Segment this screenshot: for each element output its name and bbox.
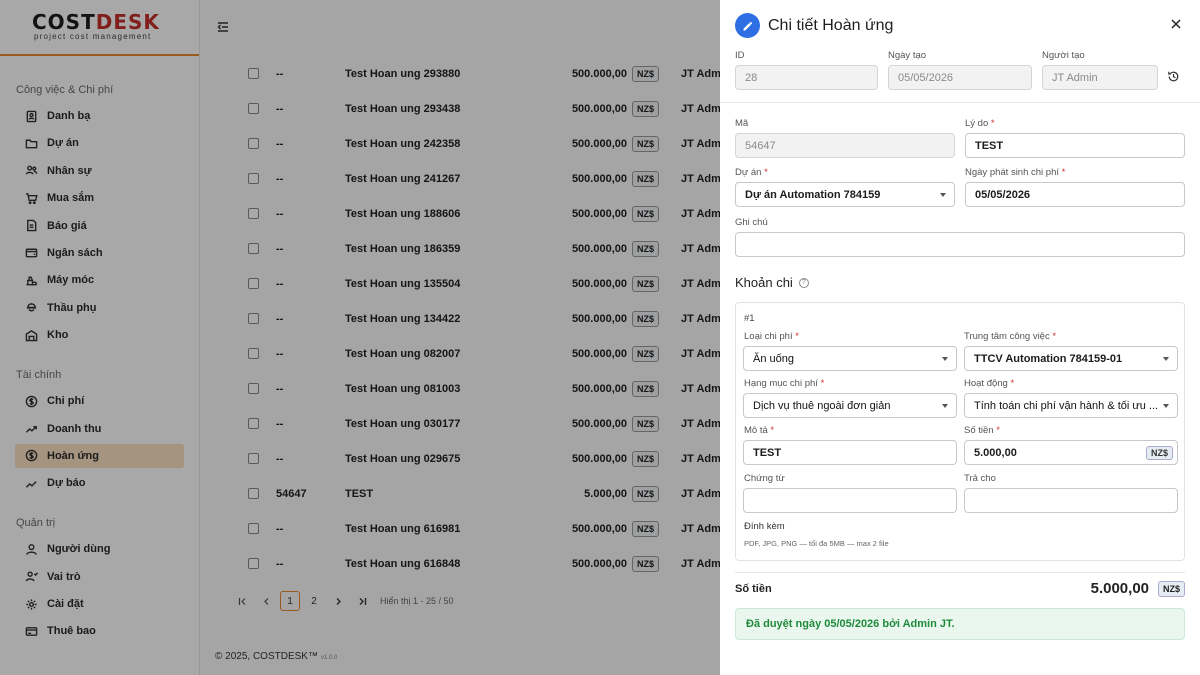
chevron-down-icon [942, 404, 948, 408]
pay-to-label: Trả cho [964, 473, 996, 484]
id-label: ID [735, 50, 745, 61]
expense-type-label: Loại chi phí * [744, 331, 799, 342]
pay-to-input[interactable] [964, 488, 1178, 513]
activity-label: Hoạt động * [964, 378, 1015, 389]
drawer-header: Chi tiết Hoàn ứng [735, 13, 893, 38]
reason-input[interactable]: TEST [965, 133, 1185, 158]
close-icon[interactable] [1170, 18, 1182, 30]
attachment-label: Đính kèm [744, 521, 785, 532]
total-currency-badge: NZ$ [1157, 581, 1185, 597]
description-input[interactable]: TEST [743, 440, 957, 465]
expense-type-select[interactable]: Ăn uống [743, 346, 957, 371]
chevron-down-icon [942, 357, 948, 361]
project-select[interactable]: Dự án Automation 784159 [735, 182, 955, 207]
edit-icon [735, 13, 760, 38]
description-label: Mô tả * [744, 425, 775, 436]
id-field: 28 [735, 65, 878, 90]
history-icon[interactable] [1167, 70, 1180, 83]
help-icon[interactable]: ? [798, 277, 809, 288]
code-label: Mã [735, 118, 749, 129]
total-value: 5.000,00 [1090, 580, 1149, 597]
drawer-title: Chi tiết Hoàn ứng [768, 16, 894, 34]
approval-status-banner: Đã duyệt ngày 05/05/2026 bởi Admin JT. [735, 608, 1185, 640]
voucher-input[interactable] [743, 488, 957, 513]
project-label: Dự án * [735, 167, 768, 178]
creator-label: Người tạo [1042, 50, 1085, 61]
chevron-down-icon [1163, 404, 1169, 408]
voucher-label: Chứng từ [744, 473, 785, 484]
currency-badge: NZ$ [1145, 446, 1173, 460]
attachment-hint: PDF, JPG, PNG — tối đa 5MB — max 2 file [744, 539, 889, 548]
created-date-field: 05/05/2026 [888, 65, 1032, 90]
total-label: Số tiền [735, 583, 772, 595]
refund-detail-drawer: Chi tiết Hoàn ứng ID 28 Ngày tạo 05/05/2… [720, 0, 1200, 675]
expense-date-input[interactable]: 05/05/2026 [965, 182, 1185, 207]
creator-field: JT Admin [1042, 65, 1158, 90]
amount-input[interactable]: 5.000,00 NZ$ [964, 440, 1178, 465]
created-date-label: Ngày tạo [888, 50, 927, 61]
code-field: 54647 [735, 133, 955, 158]
expense-item-card: #1 Loại chi phí * Ăn uống Trung tâm công… [735, 302, 1185, 561]
note-label: Ghi chú [735, 217, 768, 228]
chevron-down-icon [940, 193, 946, 197]
amount-label: Số tiền * [964, 425, 1000, 436]
header-divider [720, 102, 1200, 103]
cost-category-select[interactable]: Dịch vụ thuê ngoài đơn giản [743, 393, 957, 418]
work-center-select[interactable]: TTCV Automation 784159-01 [964, 346, 1178, 371]
note-input[interactable] [735, 232, 1185, 257]
reason-label: Lý do * [965, 118, 995, 129]
total-row: Số tiền 5.000,00 NZ$ [735, 572, 1185, 604]
item-index: #1 [744, 313, 755, 324]
cost-category-label: Hạng mục chi phí * [744, 378, 825, 389]
expense-date-label: Ngày phát sinh chi phí * [965, 167, 1066, 178]
expense-items-title: Khoản chi? [735, 275, 809, 290]
modal-backdrop[interactable] [0, 0, 720, 675]
activity-select[interactable]: Tính toán chi phí vận hành & tối ưu ... [964, 393, 1178, 418]
work-center-label: Trung tâm công việc * [964, 331, 1057, 342]
chevron-down-icon [1163, 357, 1169, 361]
